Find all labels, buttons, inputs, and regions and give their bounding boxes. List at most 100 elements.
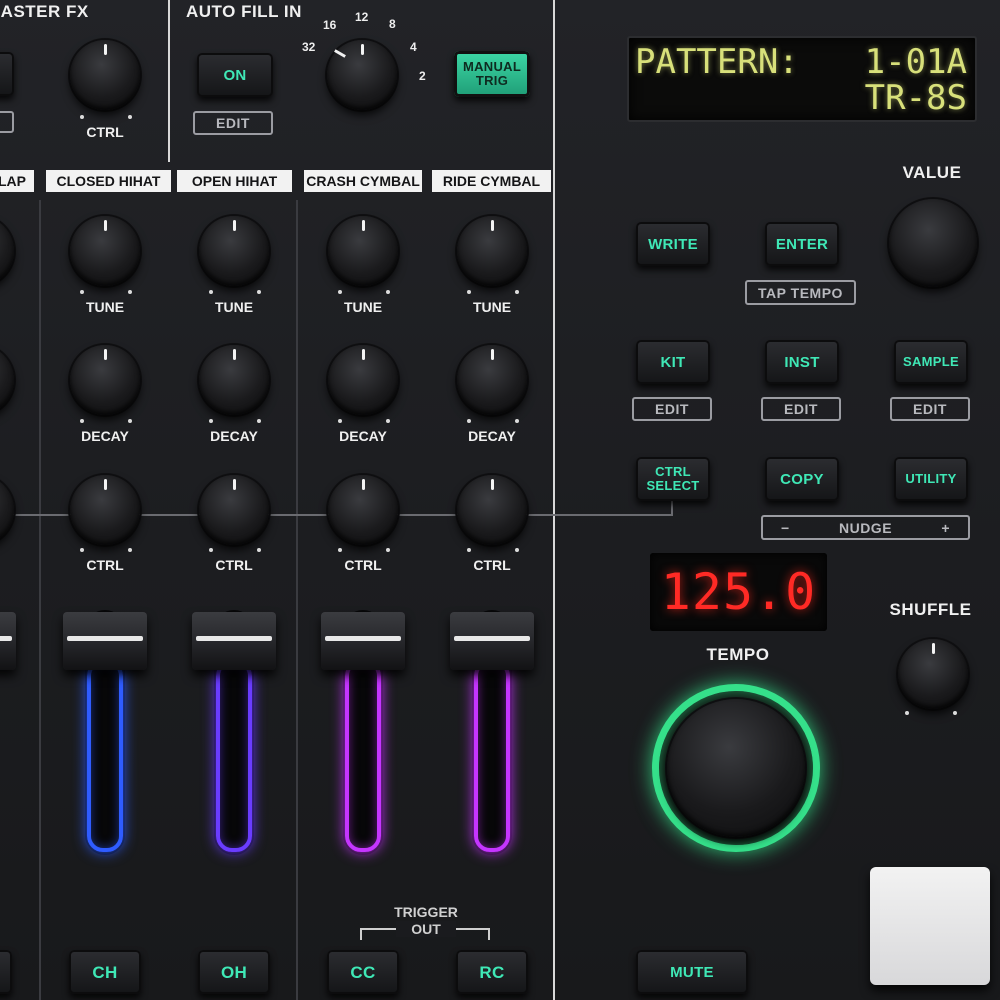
crash-cymbal-ctrl-dot-right: [386, 548, 390, 552]
ride-cymbal-decay-label: DECAY: [468, 428, 516, 444]
copy-button[interactable]: COPY: [765, 457, 839, 501]
nudge-bar[interactable]: − NUDGE +: [761, 515, 970, 540]
display-kit-name: TR-8S: [864, 78, 967, 118]
nudge-plus[interactable]: +: [941, 520, 950, 536]
crash-cymbal-ctrl-knob[interactable]: [328, 475, 398, 545]
crash-cymbal-tune-label: TUNE: [343, 299, 383, 315]
enter-button[interactable]: ENTER: [765, 222, 839, 266]
closed-hihat-tune-dot-right: [128, 290, 132, 294]
nudge-label: NUDGE: [838, 519, 893, 536]
crash-cymbal-ctrl-label: CTRL: [344, 557, 382, 573]
instrument-tag-ride-cymbal: RIDE CYMBAL: [432, 170, 551, 192]
ride-cymbal-tune-dot-left: [467, 290, 471, 294]
open-hihat-decay-knob[interactable]: [199, 345, 269, 415]
ch-button[interactable]: CH: [69, 950, 141, 994]
value-label: VALUE: [902, 163, 962, 182]
display-pattern-number: 1-01A: [864, 42, 967, 82]
inst-edit-button[interactable]: EDIT: [761, 397, 841, 421]
master-fx-button[interactable]: [0, 52, 14, 96]
drum-machine-panel: MASTER FX CTRL AUTO FILL IN ON EDIT 32 1…: [0, 0, 1000, 1000]
sample-edit-button[interactable]: EDIT: [890, 397, 970, 421]
open-hihat-ctrl-knob[interactable]: [199, 475, 269, 545]
master-fx-edit-box[interactable]: [0, 111, 14, 133]
open-hihat-decay-label: DECAY: [210, 428, 258, 444]
display-pattern-label: PATTERN:: [635, 42, 799, 82]
master-fx-ctrl-dot-left: [80, 115, 84, 119]
instrument-tag-closed-hihat: CLOSED HIHAT: [46, 170, 171, 192]
oh-button[interactable]: OH: [198, 950, 270, 994]
open-hihat-tune-dot-right: [257, 290, 261, 294]
closed-hihat-fader-cap[interactable]: [63, 612, 147, 670]
clap-ctrl-knob[interactable]: [0, 475, 14, 545]
auto-fill-on-button[interactable]: ON: [197, 53, 273, 97]
ride-cymbal-decay-dot-left: [467, 419, 471, 423]
ride-cymbal-fader-cap[interactable]: [450, 612, 534, 670]
instrument-tag-clap: LAP: [0, 170, 34, 192]
inst-button[interactable]: INST: [765, 340, 839, 384]
crash-cymbal-fader-cap[interactable]: [321, 612, 405, 670]
fill-scale-8: 8: [389, 17, 396, 31]
ride-cymbal-ctrl-label: CTRL: [473, 557, 511, 573]
master-fx-ctrl-label: CTRL: [86, 124, 124, 140]
kit-edit-button[interactable]: EDIT: [632, 397, 712, 421]
ride-cymbal-ctrl-knob[interactable]: [457, 475, 527, 545]
nudge-minus[interactable]: −: [781, 520, 790, 536]
crash-cymbal-decay-dot-right: [386, 419, 390, 423]
value-knob[interactable]: [889, 199, 977, 287]
crash-cymbal-tune-dot-left: [338, 290, 342, 294]
crash-cymbal-decay-dot-left: [338, 419, 342, 423]
tempo-knob[interactable]: [667, 699, 805, 837]
master-fx-ctrl-knob[interactable]: [70, 40, 140, 110]
ride-cymbal-ctrl-dot-left: [467, 548, 471, 552]
clap-decay-knob[interactable]: [0, 345, 14, 415]
cc-button[interactable]: CC: [327, 950, 399, 994]
shuffle-label: SHUFFLE: [889, 600, 972, 619]
crash-cymbal-tune-knob[interactable]: [328, 216, 398, 286]
crash-cymbal-decay-knob[interactable]: [328, 345, 398, 415]
closed-hihat-decay-dot-left: [80, 419, 84, 423]
clap-mute-button[interactable]: [0, 950, 12, 994]
mute-button[interactable]: MUTE: [636, 950, 748, 994]
closed-hihat-decay-knob[interactable]: [70, 345, 140, 415]
closed-hihat-ctrl-dot-left: [80, 548, 84, 552]
clap-fader-cap[interactable]: [0, 612, 16, 670]
closed-hihat-tune-knob[interactable]: [70, 216, 140, 286]
trigger-out-label-line1: TRIGGER: [394, 904, 458, 920]
kit-button[interactable]: KIT: [636, 340, 710, 384]
rc-button[interactable]: RC: [456, 950, 528, 994]
divider-main-right: [553, 0, 555, 1000]
fill-scale-16: 16: [323, 18, 337, 32]
crash-cymbal-ctrl-dot-left: [338, 548, 342, 552]
open-hihat-fader-glow: [216, 660, 252, 852]
open-hihat-ctrl-dot-right: [257, 548, 261, 552]
instrument-tag-crash-cymbal: CRASH CYMBAL: [304, 170, 422, 192]
open-hihat-fader-cap[interactable]: [192, 612, 276, 670]
sample-button[interactable]: SAMPLE: [894, 340, 968, 384]
ride-cymbal-ctrl-dot-right: [515, 548, 519, 552]
step-pad[interactable]: [870, 867, 990, 985]
utility-button[interactable]: UTILITY: [894, 457, 968, 501]
divider-master-fx: [168, 0, 170, 162]
closed-hihat-fader-glow: [87, 660, 123, 852]
open-hihat-tune-label: TUNE: [214, 299, 254, 315]
write-button[interactable]: WRITE: [636, 222, 710, 266]
tap-tempo-button[interactable]: TAP TEMPO: [745, 280, 856, 305]
manual-trig-button[interactable]: MANUAL TRIG: [454, 51, 530, 97]
open-hihat-decay-dot-left: [209, 419, 213, 423]
closed-hihat-ctrl-knob[interactable]: [70, 475, 140, 545]
ctrl-select-button[interactable]: CTRL SELECT: [636, 457, 710, 501]
crash-cymbal-tune-dot-right: [386, 290, 390, 294]
clap-tune-knob[interactable]: [0, 216, 14, 286]
instrument-tag-open-hihat: OPEN HIHAT: [177, 170, 292, 192]
open-hihat-decay-dot-right: [257, 419, 261, 423]
ride-cymbal-tune-label: TUNE: [472, 299, 512, 315]
shuffle-knob[interactable]: [898, 639, 968, 709]
ride-cymbal-tune-dot-right: [515, 290, 519, 294]
ride-cymbal-decay-knob[interactable]: [457, 345, 527, 415]
ride-cymbal-tune-knob[interactable]: [457, 216, 527, 286]
master-fx-ctrl-dot-right: [128, 115, 132, 119]
closed-hihat-ctrl-dot-right: [128, 548, 132, 552]
auto-fill-edit-button[interactable]: EDIT: [193, 111, 273, 135]
open-hihat-tune-knob[interactable]: [199, 216, 269, 286]
divider-channel-1: [39, 200, 41, 1000]
